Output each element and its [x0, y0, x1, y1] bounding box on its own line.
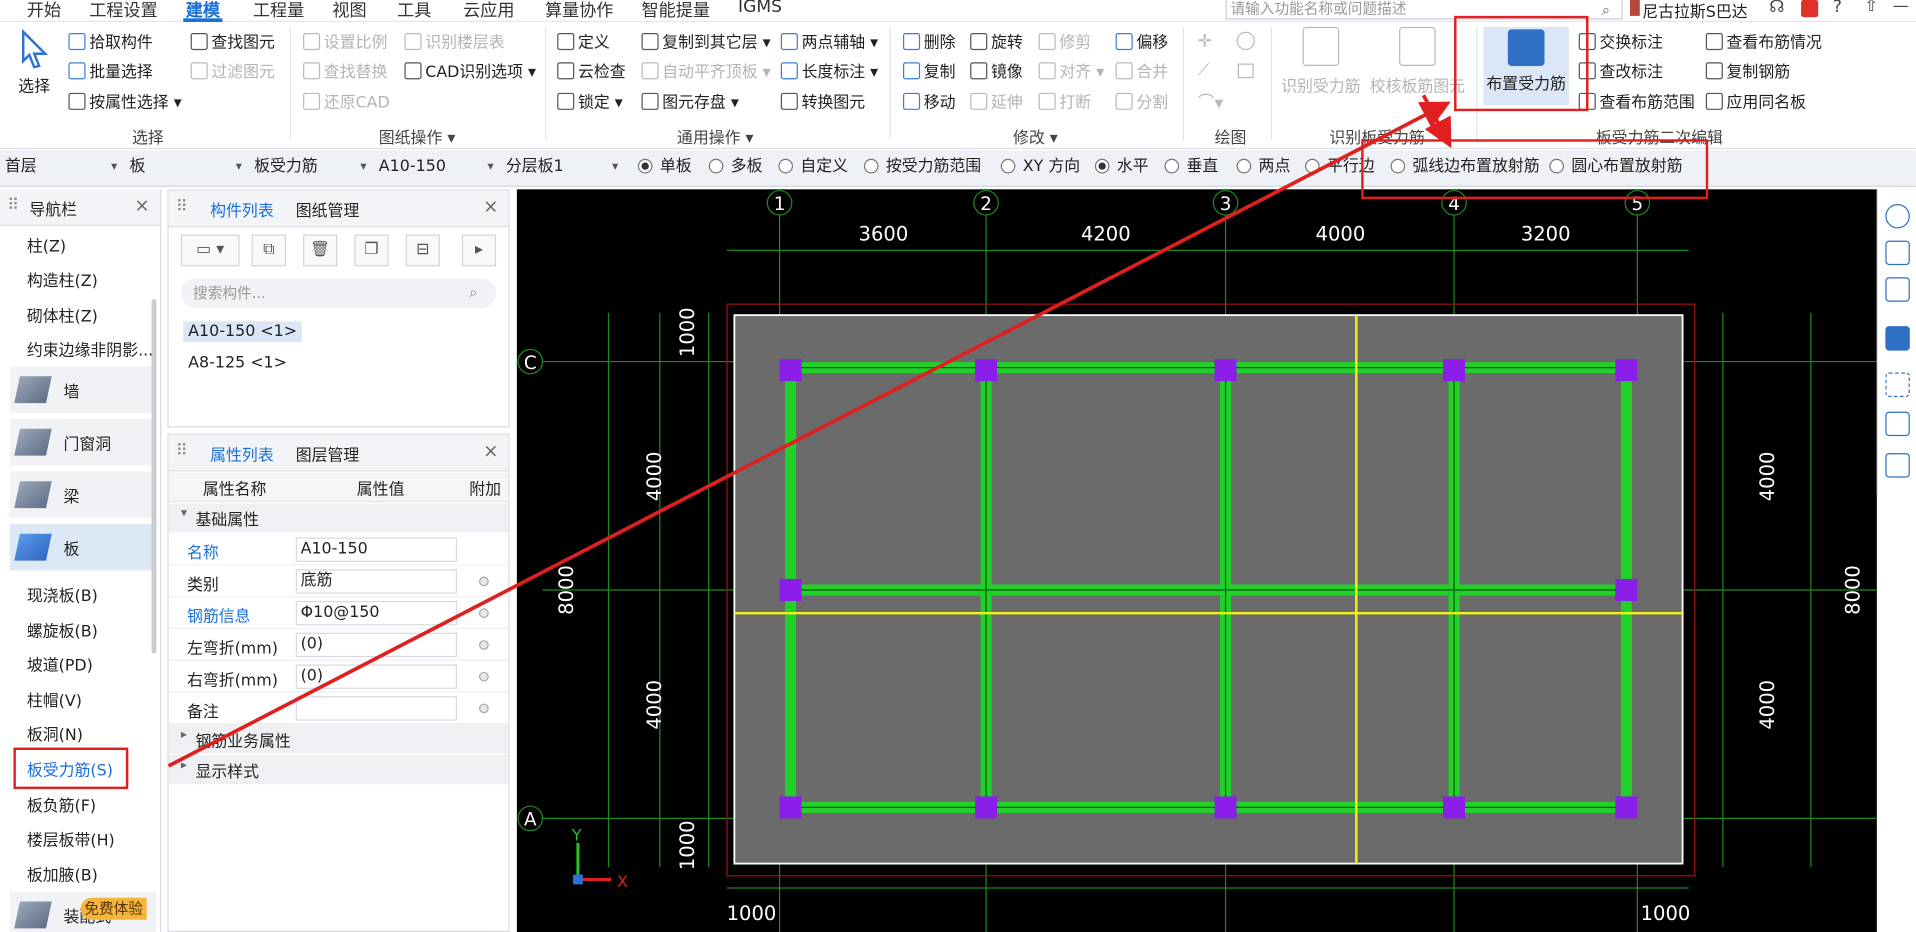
annotation-arrows	[167, 94, 1452, 768]
